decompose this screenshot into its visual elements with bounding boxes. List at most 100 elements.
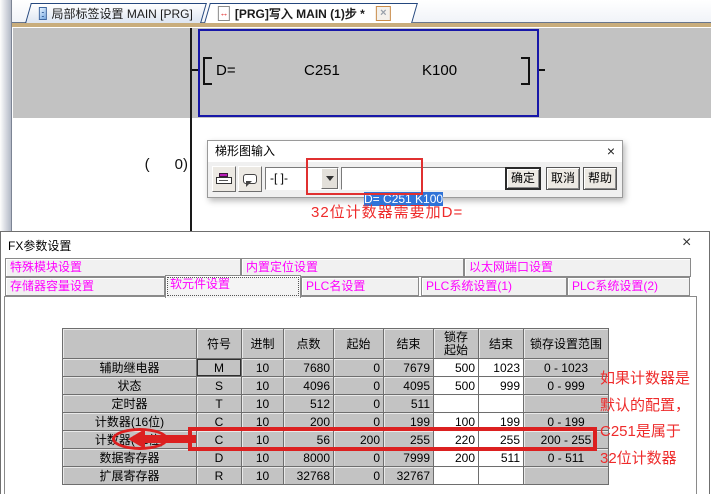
cell-latch_start[interactable] xyxy=(434,395,479,413)
instruction-operand1: C251 xyxy=(304,62,340,79)
fx-tab-PLC名设置[interactable]: PLC名设置 xyxy=(301,277,419,296)
label-setting-icon xyxy=(39,7,47,20)
docked-pane-edge xyxy=(0,0,12,231)
speech-bubble-icon xyxy=(243,174,257,184)
fx-dialog-title: FX参数设置 xyxy=(8,237,71,254)
instruction-bracket-right xyxy=(521,57,530,85)
close-icon[interactable]: × xyxy=(607,143,615,159)
cell-latch_start[interactable] xyxy=(434,467,479,485)
instruction-bracket-left xyxy=(203,57,212,85)
annotation-input-note: 32位计数器需要加D= xyxy=(311,201,463,222)
cell-base: 10 xyxy=(242,449,284,467)
cell-end: 7679 xyxy=(384,359,434,377)
annotation-box-counter-row xyxy=(188,427,597,451)
column-header-latch_end: 结束 xyxy=(479,329,524,359)
cell-latch_start[interactable]: 200 xyxy=(434,449,479,467)
cell-latch_end[interactable]: 1023 xyxy=(479,359,524,377)
fx-tab-以太网端口设置[interactable]: 以太网端口设置 xyxy=(464,258,691,277)
column-header-symbol: 符号 xyxy=(197,329,242,359)
cell-label: 定时器 xyxy=(63,395,197,413)
fx-tab-PLC系统设置(1)[interactable]: PLC系统设置(1) xyxy=(421,277,567,296)
cell-latch_start[interactable]: 500 xyxy=(434,359,479,377)
tab-local-label-setting[interactable]: 局部标签设置 MAIN [PRG] xyxy=(25,3,207,23)
program-ladder-icon: ↔ xyxy=(218,6,230,21)
wire-stub-left xyxy=(192,69,198,71)
annotation-arrow-icon xyxy=(128,429,145,449)
tab-label: [PRG]写入 MAIN (1)步 * xyxy=(235,5,365,22)
cell-base: 10 xyxy=(242,395,284,413)
close-icon[interactable]: × xyxy=(682,235,691,251)
cell-latch_range xyxy=(524,395,609,413)
annotation-arrow-shaft xyxy=(144,435,196,443)
column-header-latch_start: 锁存起始 xyxy=(434,329,479,359)
annotation-side-note-line: 如果计数器是 xyxy=(600,367,708,386)
cell-latch_start[interactable]: 500 xyxy=(434,377,479,395)
tab-label: 局部标签设置 MAIN [PRG] xyxy=(52,5,193,22)
printer-icon xyxy=(216,173,232,186)
cell-latch_end[interactable] xyxy=(479,395,524,413)
cell-symbol: S xyxy=(197,377,242,395)
help-button[interactable]: 帮助 xyxy=(583,167,617,190)
cell-base: 10 xyxy=(242,359,284,377)
ladder-selection-box[interactable] xyxy=(198,29,539,117)
column-header-end: 结束 xyxy=(384,329,434,359)
annotation-box-input xyxy=(306,158,423,195)
ok-button[interactable]: 确定 xyxy=(505,167,541,190)
cell-start: 0 xyxy=(334,449,384,467)
fx-tab-软元件设置[interactable]: 软元件设置 xyxy=(165,275,301,298)
cancel-button[interactable]: 取消 xyxy=(546,167,580,190)
cell-label: 数据寄存器 xyxy=(63,449,197,467)
cell-base: 10 xyxy=(242,377,284,395)
cell-latch_end[interactable]: 999 xyxy=(479,377,524,395)
table-row-T: 定时器T105120511 xyxy=(63,395,609,413)
tab-program-write[interactable]: ↔ [PRG]写入 MAIN (1)步 * × xyxy=(204,3,418,23)
instruction-operand2: K100 xyxy=(422,62,457,79)
cell-symbol: D xyxy=(197,449,242,467)
cell-start: 0 xyxy=(334,395,384,413)
cell-start: 0 xyxy=(334,377,384,395)
cell-symbol: R xyxy=(197,467,242,485)
comment-tool-button[interactable] xyxy=(238,166,262,192)
cell-latch_end[interactable] xyxy=(479,467,524,485)
cell-latch_range: 0 - 511 xyxy=(524,449,609,467)
column-header-start: 起始 xyxy=(334,329,384,359)
device-parameter-table: 符号进制点数起始结束锁存起始结束锁存设置范围 辅助继电器M10768007679… xyxy=(62,328,609,485)
cell-start: 0 xyxy=(334,467,384,485)
fx-tab-PLC系统设置(2)[interactable]: PLC系统设置(2) xyxy=(567,277,690,296)
cell-end: 4095 xyxy=(384,377,434,395)
cell-points: 4096 xyxy=(284,377,334,395)
cell-points: 7680 xyxy=(284,359,334,377)
cell-label: 扩展寄存器 xyxy=(63,467,197,485)
cell-points: 32768 xyxy=(284,467,334,485)
ladder-left-busbar xyxy=(190,28,192,231)
print-tool-button[interactable] xyxy=(212,166,236,192)
tab-close-icon[interactable]: × xyxy=(376,6,391,21)
annotation-side-note-line: 默认的配置， xyxy=(600,394,708,413)
cell-base: 10 xyxy=(242,467,284,485)
fx-tab-存储器容量设置[interactable]: 存储器容量设置 xyxy=(5,277,165,296)
cell-latch_range xyxy=(524,467,609,485)
column-header-points: 点数 xyxy=(284,329,334,359)
cell-latch_range: 0 - 999 xyxy=(524,377,609,395)
app-window: 局部标签设置 MAIN [PRG] ↔ [PRG]写入 MAIN (1)步 * … xyxy=(0,0,711,494)
cell-symbol: T xyxy=(197,395,242,413)
rung-step-number: ( 0) xyxy=(120,156,188,173)
column-header-blank xyxy=(63,329,197,359)
annotation-side-note-line: 32位计数器 xyxy=(600,447,708,466)
table-row-M: 辅助继电器M1076800767950010230 - 1023 xyxy=(63,359,609,377)
cell-label: 辅助继电器 xyxy=(63,359,197,377)
cell-label: 状态 xyxy=(63,377,197,395)
annotation-side-note-line: C251是属于 xyxy=(600,420,708,439)
cell-latch_end[interactable]: 511 xyxy=(479,449,524,467)
cell-latch_range: 0 - 1023 xyxy=(524,359,609,377)
cell-points: 8000 xyxy=(284,449,334,467)
cell-symbol: M xyxy=(197,359,242,377)
cell-points: 512 xyxy=(284,395,334,413)
table-row-S: 状态S104096040955009990 - 999 xyxy=(63,377,609,395)
cell-end: 7999 xyxy=(384,449,434,467)
table-row-D: 数据寄存器D108000079992005110 - 511 xyxy=(63,449,609,467)
table-row-R: 扩展寄存器R1032768032767 xyxy=(63,467,609,485)
cell-start: 0 xyxy=(334,359,384,377)
column-header-latch_range: 锁存设置范围 xyxy=(524,329,609,359)
column-header-base: 进制 xyxy=(242,329,284,359)
